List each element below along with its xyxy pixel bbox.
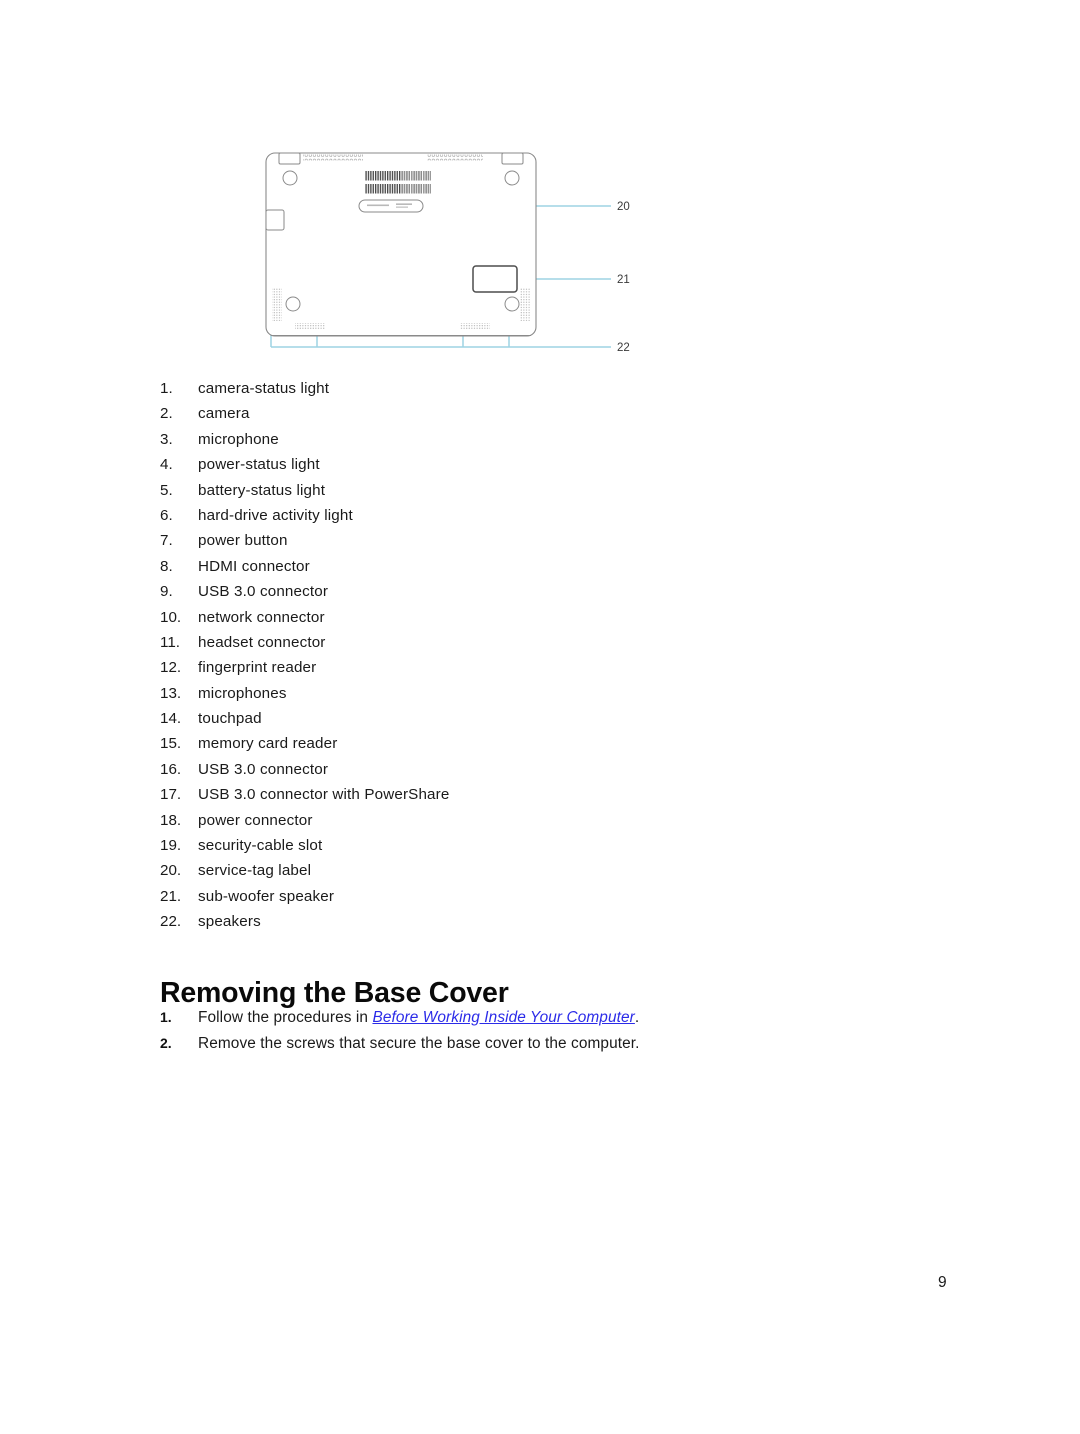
list-item: 19. security-cable slot xyxy=(160,837,860,862)
list-item-number: 10. xyxy=(160,608,182,626)
list-item: 9. USB 3.0 connector xyxy=(160,583,860,608)
document-page: 20 21 22 1. camera-status light 2. camer… xyxy=(0,0,1080,1434)
callout-number-22: 22 xyxy=(617,342,630,354)
list-item: 21. sub-woofer speaker xyxy=(160,888,860,913)
list-item-number: 7. xyxy=(160,532,173,550)
list-item: 3. microphone xyxy=(160,431,860,456)
callout-legend-list: 1. camera-status light 2. camera 3. micr… xyxy=(160,380,860,939)
list-item-number: 4. xyxy=(160,456,173,474)
list-item-label: microphone xyxy=(198,430,279,448)
list-item-number: 17. xyxy=(160,786,182,804)
list-item-label: HDMI connector xyxy=(198,557,310,575)
list-item-number: 5. xyxy=(160,481,173,499)
list-item-number: 16. xyxy=(160,760,182,778)
list-item: 17. USB 3.0 connector with PowerShare xyxy=(160,786,860,811)
list-item: 4. power-status light xyxy=(160,456,860,481)
list-item-number: 2. xyxy=(160,405,173,423)
list-item-label: power button xyxy=(198,532,288,550)
left-edge-tab xyxy=(265,209,285,231)
service-tag-label xyxy=(358,199,424,213)
procedure-steps: 1. Follow the procedures in Before Worki… xyxy=(160,1009,920,1060)
list-item: 16. USB 3.0 connector xyxy=(160,761,860,786)
list-item-label: microphones xyxy=(198,684,287,702)
list-item-label: network connector xyxy=(198,608,325,626)
list-item: 7. power button xyxy=(160,532,860,557)
list-item-number: 9. xyxy=(160,583,173,601)
list-item-number: 22. xyxy=(160,913,182,931)
list-item: 20. service-tag label xyxy=(160,862,860,887)
list-item-number: 20. xyxy=(160,862,182,880)
list-item-number: 19. xyxy=(160,837,182,855)
list-item-number: 18. xyxy=(160,811,182,829)
list-item-label: hard-drive activity light xyxy=(198,506,353,524)
list-item: 2. camera xyxy=(160,405,860,430)
list-item-number: 15. xyxy=(160,735,182,753)
list-item-number: 13. xyxy=(160,684,182,702)
list-item-label: speakers xyxy=(198,913,261,931)
list-item-label: touchpad xyxy=(198,710,262,728)
list-item-label: camera-status light xyxy=(198,380,330,397)
list-item-label: battery-status light xyxy=(198,481,326,499)
list-item: 6. hard-drive activity light xyxy=(160,507,860,532)
list-item: 11. headset connector xyxy=(160,634,860,659)
list-item-label: memory card reader xyxy=(198,735,338,753)
callout-numbers: 20 21 22 xyxy=(617,201,630,354)
list-item-number: 21. xyxy=(160,887,182,905)
list-item-label: USB 3.0 connector xyxy=(198,760,329,778)
step-number: 2. xyxy=(160,1034,172,1051)
step-number: 1. xyxy=(160,1009,172,1025)
sub-woofer-speaker xyxy=(472,265,518,293)
list-item: 14. touchpad xyxy=(160,710,860,735)
list-item-number: 8. xyxy=(160,557,173,575)
list-item-label: security-cable slot xyxy=(198,837,323,855)
list-item: 10. network connector xyxy=(160,609,860,634)
list-item-label: camera xyxy=(198,405,250,423)
step-text: Remove the screws that secure the base c… xyxy=(198,1034,640,1052)
step-text-before: Follow the procedures in xyxy=(198,1009,373,1026)
list-item-label: service-tag label xyxy=(198,862,312,880)
list-item-number: 12. xyxy=(160,659,182,677)
callout-number-20: 20 xyxy=(617,201,630,213)
list-item-number: 14. xyxy=(160,710,182,728)
list-item-label: power connector xyxy=(198,811,313,829)
list-item: 15. memory card reader xyxy=(160,735,860,760)
list-item: 22. speakers xyxy=(160,913,860,938)
callout-number-21: 21 xyxy=(617,274,630,286)
procedure-step: 1. Follow the procedures in Before Worki… xyxy=(160,1009,920,1035)
list-item-label: headset connector xyxy=(198,633,326,651)
before-working-inside-your-computer-link[interactable]: Before Working Inside Your Computer xyxy=(372,1009,634,1026)
laptop-base-bottom-view-diagram: 20 21 22 xyxy=(255,140,655,365)
page-number: 9 xyxy=(938,1274,947,1291)
list-item-number: 3. xyxy=(160,430,173,448)
list-item-label: USB 3.0 connector with PowerShare xyxy=(198,786,450,804)
list-item-number: 6. xyxy=(160,506,173,524)
list-item-label: USB 3.0 connector xyxy=(198,583,329,601)
list-item: 18. power connector xyxy=(160,812,860,837)
list-item-number: 11. xyxy=(160,633,180,651)
list-item-label: sub-woofer speaker xyxy=(198,887,335,905)
list-item-number: 1. xyxy=(160,380,173,397)
step-text-after: . xyxy=(634,1009,640,1026)
list-item: 8. HDMI connector xyxy=(160,558,860,583)
list-item-label: power-status light xyxy=(198,456,320,474)
step-text: Follow the procedures in Before Working … xyxy=(198,1009,920,1027)
list-item: 1. camera-status light xyxy=(160,380,860,405)
list-item: 5. battery-status light xyxy=(160,482,860,507)
list-item-label: fingerprint reader xyxy=(198,659,317,677)
procedure-step: 2. Remove the screws that secure the bas… xyxy=(160,1035,920,1061)
list-item: 12. fingerprint reader xyxy=(160,659,860,684)
page-title: Removing the Base Cover xyxy=(160,977,509,1010)
list-item: 13. microphones xyxy=(160,685,860,710)
